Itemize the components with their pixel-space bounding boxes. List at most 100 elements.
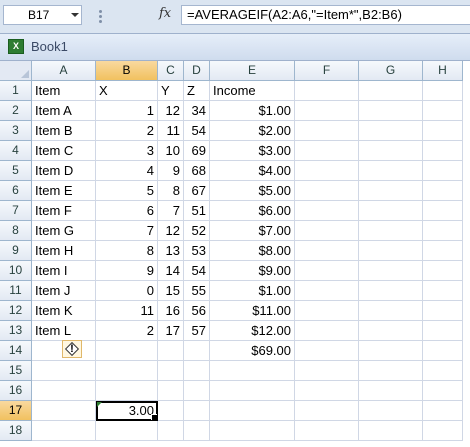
cell-g12[interactable] bbox=[359, 301, 423, 321]
cell-g6[interactable] bbox=[359, 181, 423, 201]
row-header-6[interactable]: 6 bbox=[0, 181, 32, 201]
cell-h4[interactable] bbox=[423, 141, 463, 161]
cell-g1[interactable] bbox=[359, 81, 423, 101]
cell-f13[interactable] bbox=[295, 321, 359, 341]
name-box[interactable]: B17 bbox=[3, 5, 82, 25]
cell-a3[interactable]: Item B bbox=[32, 121, 96, 141]
cell-e11[interactable]: $1.00 bbox=[210, 281, 295, 301]
column-header-c[interactable]: C bbox=[158, 61, 184, 81]
cell-f10[interactable] bbox=[295, 261, 359, 281]
cell-e12[interactable]: $11.00 bbox=[210, 301, 295, 321]
cell-g7[interactable] bbox=[359, 201, 423, 221]
cell-d17[interactable] bbox=[184, 401, 210, 421]
cell-a13[interactable]: Item L bbox=[32, 321, 96, 341]
cell-e3[interactable]: $2.00 bbox=[210, 121, 295, 141]
cell-h16[interactable] bbox=[423, 381, 463, 401]
row-header-13[interactable]: 13 bbox=[0, 321, 32, 341]
cell-h12[interactable] bbox=[423, 301, 463, 321]
cell-e16[interactable] bbox=[210, 381, 295, 401]
cell-c2[interactable]: 12 bbox=[158, 101, 184, 121]
row-header-2[interactable]: 2 bbox=[0, 101, 32, 121]
cell-e8[interactable]: $7.00 bbox=[210, 221, 295, 241]
cell-h2[interactable] bbox=[423, 101, 463, 121]
row-header-14[interactable]: 14 bbox=[0, 341, 32, 361]
row-header-4[interactable]: 4 bbox=[0, 141, 32, 161]
cell-b10[interactable]: 9 bbox=[96, 261, 158, 281]
cell-b5[interactable]: 4 bbox=[96, 161, 158, 181]
cell-c5[interactable]: 9 bbox=[158, 161, 184, 181]
cell-a17[interactable] bbox=[32, 401, 96, 421]
cell-b18[interactable] bbox=[96, 421, 158, 441]
cell-b16[interactable] bbox=[96, 381, 158, 401]
column-header-b[interactable]: B bbox=[96, 61, 158, 81]
cell-h15[interactable] bbox=[423, 361, 463, 381]
cell-d7[interactable]: 51 bbox=[184, 201, 210, 221]
cell-g13[interactable] bbox=[359, 321, 423, 341]
cell-h7[interactable] bbox=[423, 201, 463, 221]
cell-e13[interactable]: $12.00 bbox=[210, 321, 295, 341]
row-header-16[interactable]: 16 bbox=[0, 381, 32, 401]
cell-g4[interactable] bbox=[359, 141, 423, 161]
cell-d4[interactable]: 69 bbox=[184, 141, 210, 161]
column-header-f[interactable]: F bbox=[295, 61, 359, 81]
cell-e4[interactable]: $3.00 bbox=[210, 141, 295, 161]
cell-b11[interactable]: 0 bbox=[96, 281, 158, 301]
column-header-h[interactable]: H bbox=[423, 61, 463, 81]
cell-d15[interactable] bbox=[184, 361, 210, 381]
cell-a1[interactable]: Item bbox=[32, 81, 96, 101]
cell-e15[interactable] bbox=[210, 361, 295, 381]
row-header-17[interactable]: 17 bbox=[0, 401, 32, 421]
cell-a9[interactable]: Item H bbox=[32, 241, 96, 261]
insert-function-icon[interactable]: fx bbox=[159, 6, 171, 21]
cell-f3[interactable] bbox=[295, 121, 359, 141]
cell-c4[interactable]: 10 bbox=[158, 141, 184, 161]
row-header-10[interactable]: 10 bbox=[0, 261, 32, 281]
column-header-e[interactable]: E bbox=[210, 61, 295, 81]
row-header-12[interactable]: 12 bbox=[0, 301, 32, 321]
cell-a18[interactable] bbox=[32, 421, 96, 441]
row-header-8[interactable]: 8 bbox=[0, 221, 32, 241]
cell-d16[interactable] bbox=[184, 381, 210, 401]
cell-g8[interactable] bbox=[359, 221, 423, 241]
cell-f2[interactable] bbox=[295, 101, 359, 121]
cell-a4[interactable]: Item C bbox=[32, 141, 96, 161]
column-header-g[interactable]: G bbox=[359, 61, 423, 81]
cell-b17[interactable]: 3.00 bbox=[96, 401, 158, 421]
cell-f18[interactable] bbox=[295, 421, 359, 441]
cell-g9[interactable] bbox=[359, 241, 423, 261]
cell-f7[interactable] bbox=[295, 201, 359, 221]
cell-f1[interactable] bbox=[295, 81, 359, 101]
cell-d3[interactable]: 54 bbox=[184, 121, 210, 141]
row-header-15[interactable]: 15 bbox=[0, 361, 32, 381]
cell-a12[interactable]: Item K bbox=[32, 301, 96, 321]
cell-h6[interactable] bbox=[423, 181, 463, 201]
cell-c16[interactable] bbox=[158, 381, 184, 401]
cell-a11[interactable]: Item J bbox=[32, 281, 96, 301]
cell-b9[interactable]: 8 bbox=[96, 241, 158, 261]
cell-b14[interactable] bbox=[96, 341, 158, 361]
row-header-7[interactable]: 7 bbox=[0, 201, 32, 221]
cell-d8[interactable]: 52 bbox=[184, 221, 210, 241]
cell-e6[interactable]: $5.00 bbox=[210, 181, 295, 201]
cell-g10[interactable] bbox=[359, 261, 423, 281]
cell-a15[interactable] bbox=[32, 361, 96, 381]
cell-g2[interactable] bbox=[359, 101, 423, 121]
cell-a10[interactable]: Item I bbox=[32, 261, 96, 281]
cell-e2[interactable]: $1.00 bbox=[210, 101, 295, 121]
cell-c8[interactable]: 12 bbox=[158, 221, 184, 241]
cell-e5[interactable]: $4.00 bbox=[210, 161, 295, 181]
cell-b6[interactable]: 5 bbox=[96, 181, 158, 201]
cell-b1[interactable]: X bbox=[96, 81, 158, 101]
cell-g16[interactable] bbox=[359, 381, 423, 401]
error-indicator[interactable]: ! bbox=[62, 340, 82, 358]
cell-h14[interactable] bbox=[423, 341, 463, 361]
cell-g18[interactable] bbox=[359, 421, 423, 441]
row-header-1[interactable]: 1 bbox=[0, 81, 32, 101]
cell-d11[interactable]: 55 bbox=[184, 281, 210, 301]
cell-d6[interactable]: 67 bbox=[184, 181, 210, 201]
cell-d9[interactable]: 53 bbox=[184, 241, 210, 261]
cell-b12[interactable]: 11 bbox=[96, 301, 158, 321]
cell-e18[interactable] bbox=[210, 421, 295, 441]
cell-c6[interactable]: 8 bbox=[158, 181, 184, 201]
cell-f12[interactable] bbox=[295, 301, 359, 321]
